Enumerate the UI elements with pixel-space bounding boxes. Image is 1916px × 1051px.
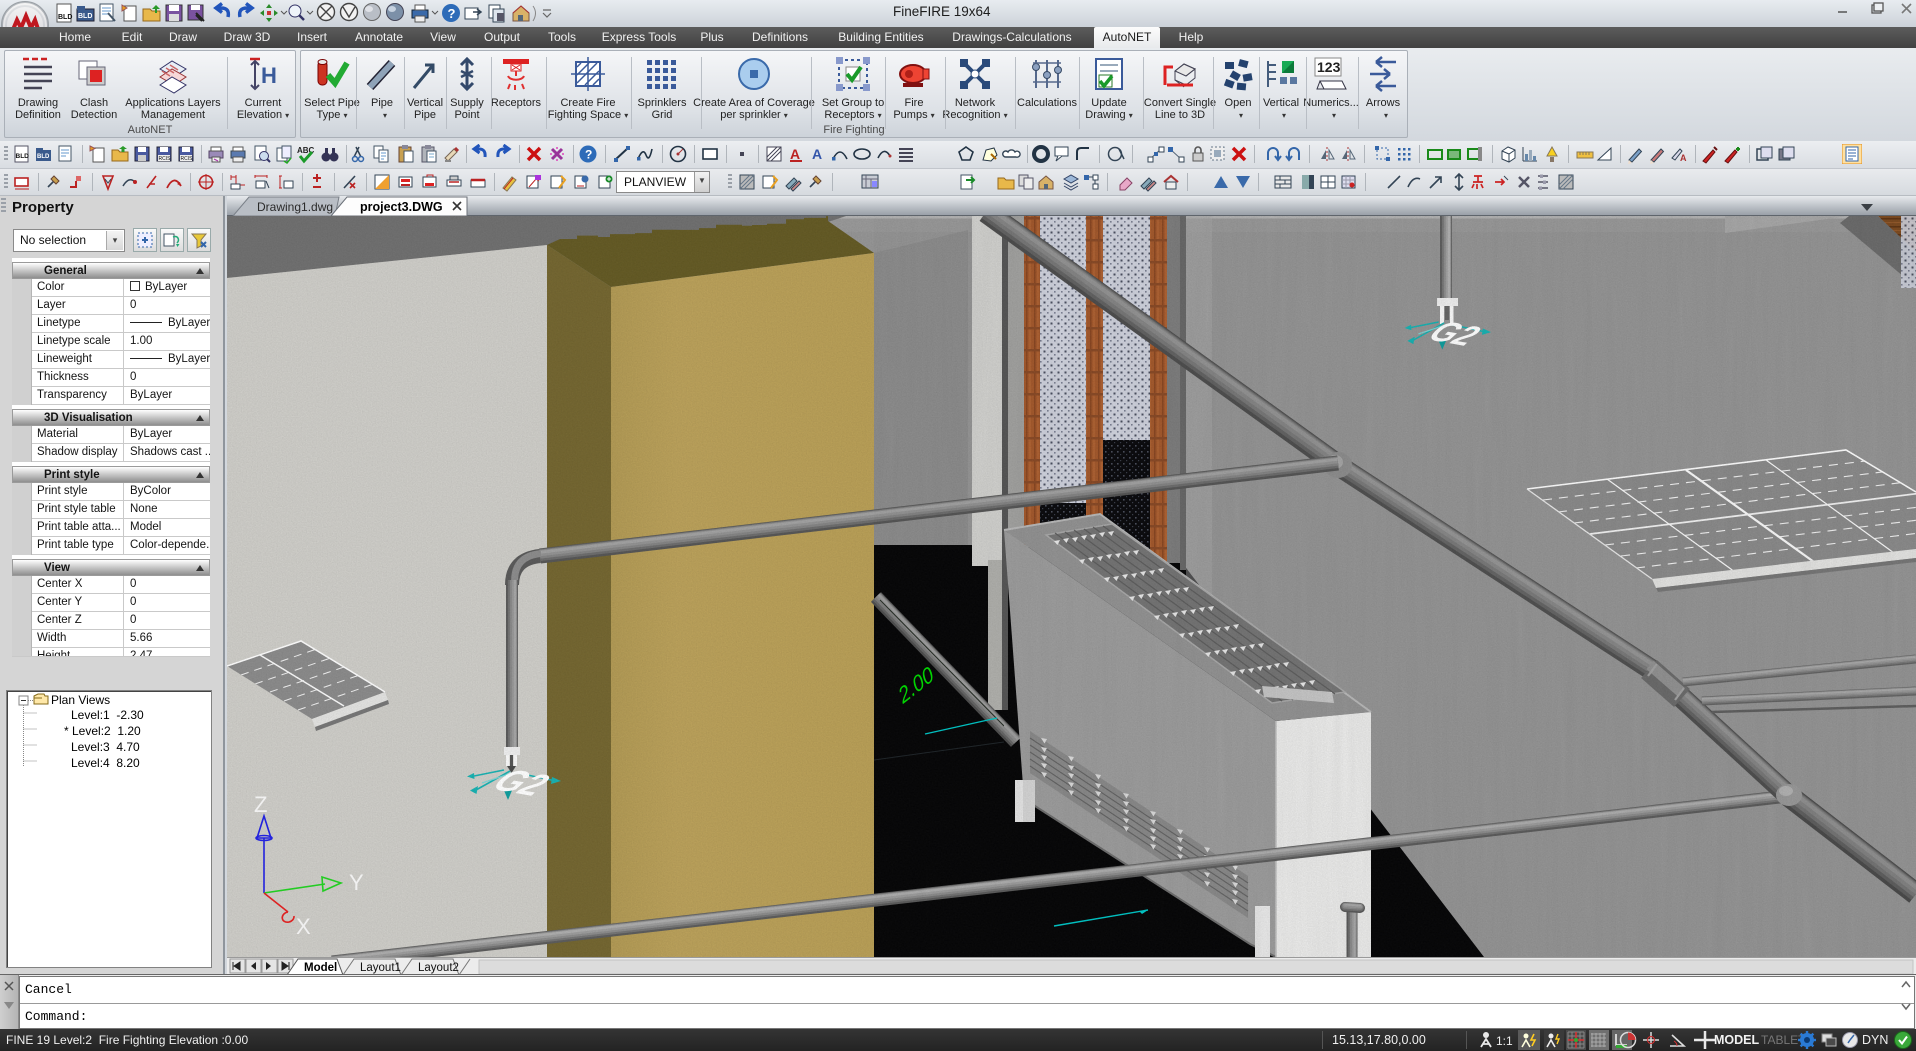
svg-text:BLD: BLD: [58, 14, 72, 21]
svg-text:A: A: [1680, 153, 1687, 163]
svg-text:Model: Model: [304, 962, 337, 974]
svg-text:BLD: BLD: [37, 154, 50, 160]
svg-text:project3.DWG: project3.DWG: [360, 200, 443, 214]
svg-text:RCIS: RCIS: [159, 156, 172, 162]
svg-text:Level:3 4.70: Level:3 4.70: [71, 740, 140, 754]
svg-text:Layout2: Layout2: [418, 962, 459, 974]
svg-text:Level:4 8.20: Level:4 8.20: [71, 756, 140, 770]
svg-text:A: A: [790, 146, 800, 162]
svg-text:X: X: [296, 914, 311, 939]
svg-text:1:1: 1:1: [1496, 1034, 1513, 1048]
svg-text:* Level:2 1.20: * Level:2 1.20: [64, 724, 141, 738]
svg-text:Plan Views: Plan Views: [51, 693, 110, 707]
svg-text:H: H: [261, 63, 277, 88]
svg-text:Z: Z: [254, 792, 267, 817]
svg-text:Y: Y: [349, 870, 364, 895]
svg-text:?: ?: [585, 148, 592, 162]
svg-text:BLD: BLD: [78, 13, 92, 20]
svg-text:A: A: [812, 146, 822, 162]
svg-text:?: ?: [448, 6, 456, 21]
svg-text:Layout1: Layout1: [360, 962, 401, 974]
svg-text:123: 123: [1317, 59, 1341, 75]
svg-text:BLD: BLD: [16, 153, 30, 160]
svg-text:RCIS: RCIS: [181, 156, 194, 162]
svg-text:Level:1 -2.30: Level:1 -2.30: [71, 708, 144, 722]
svg-text:Drawing1.dwg: Drawing1.dwg: [257, 200, 333, 214]
